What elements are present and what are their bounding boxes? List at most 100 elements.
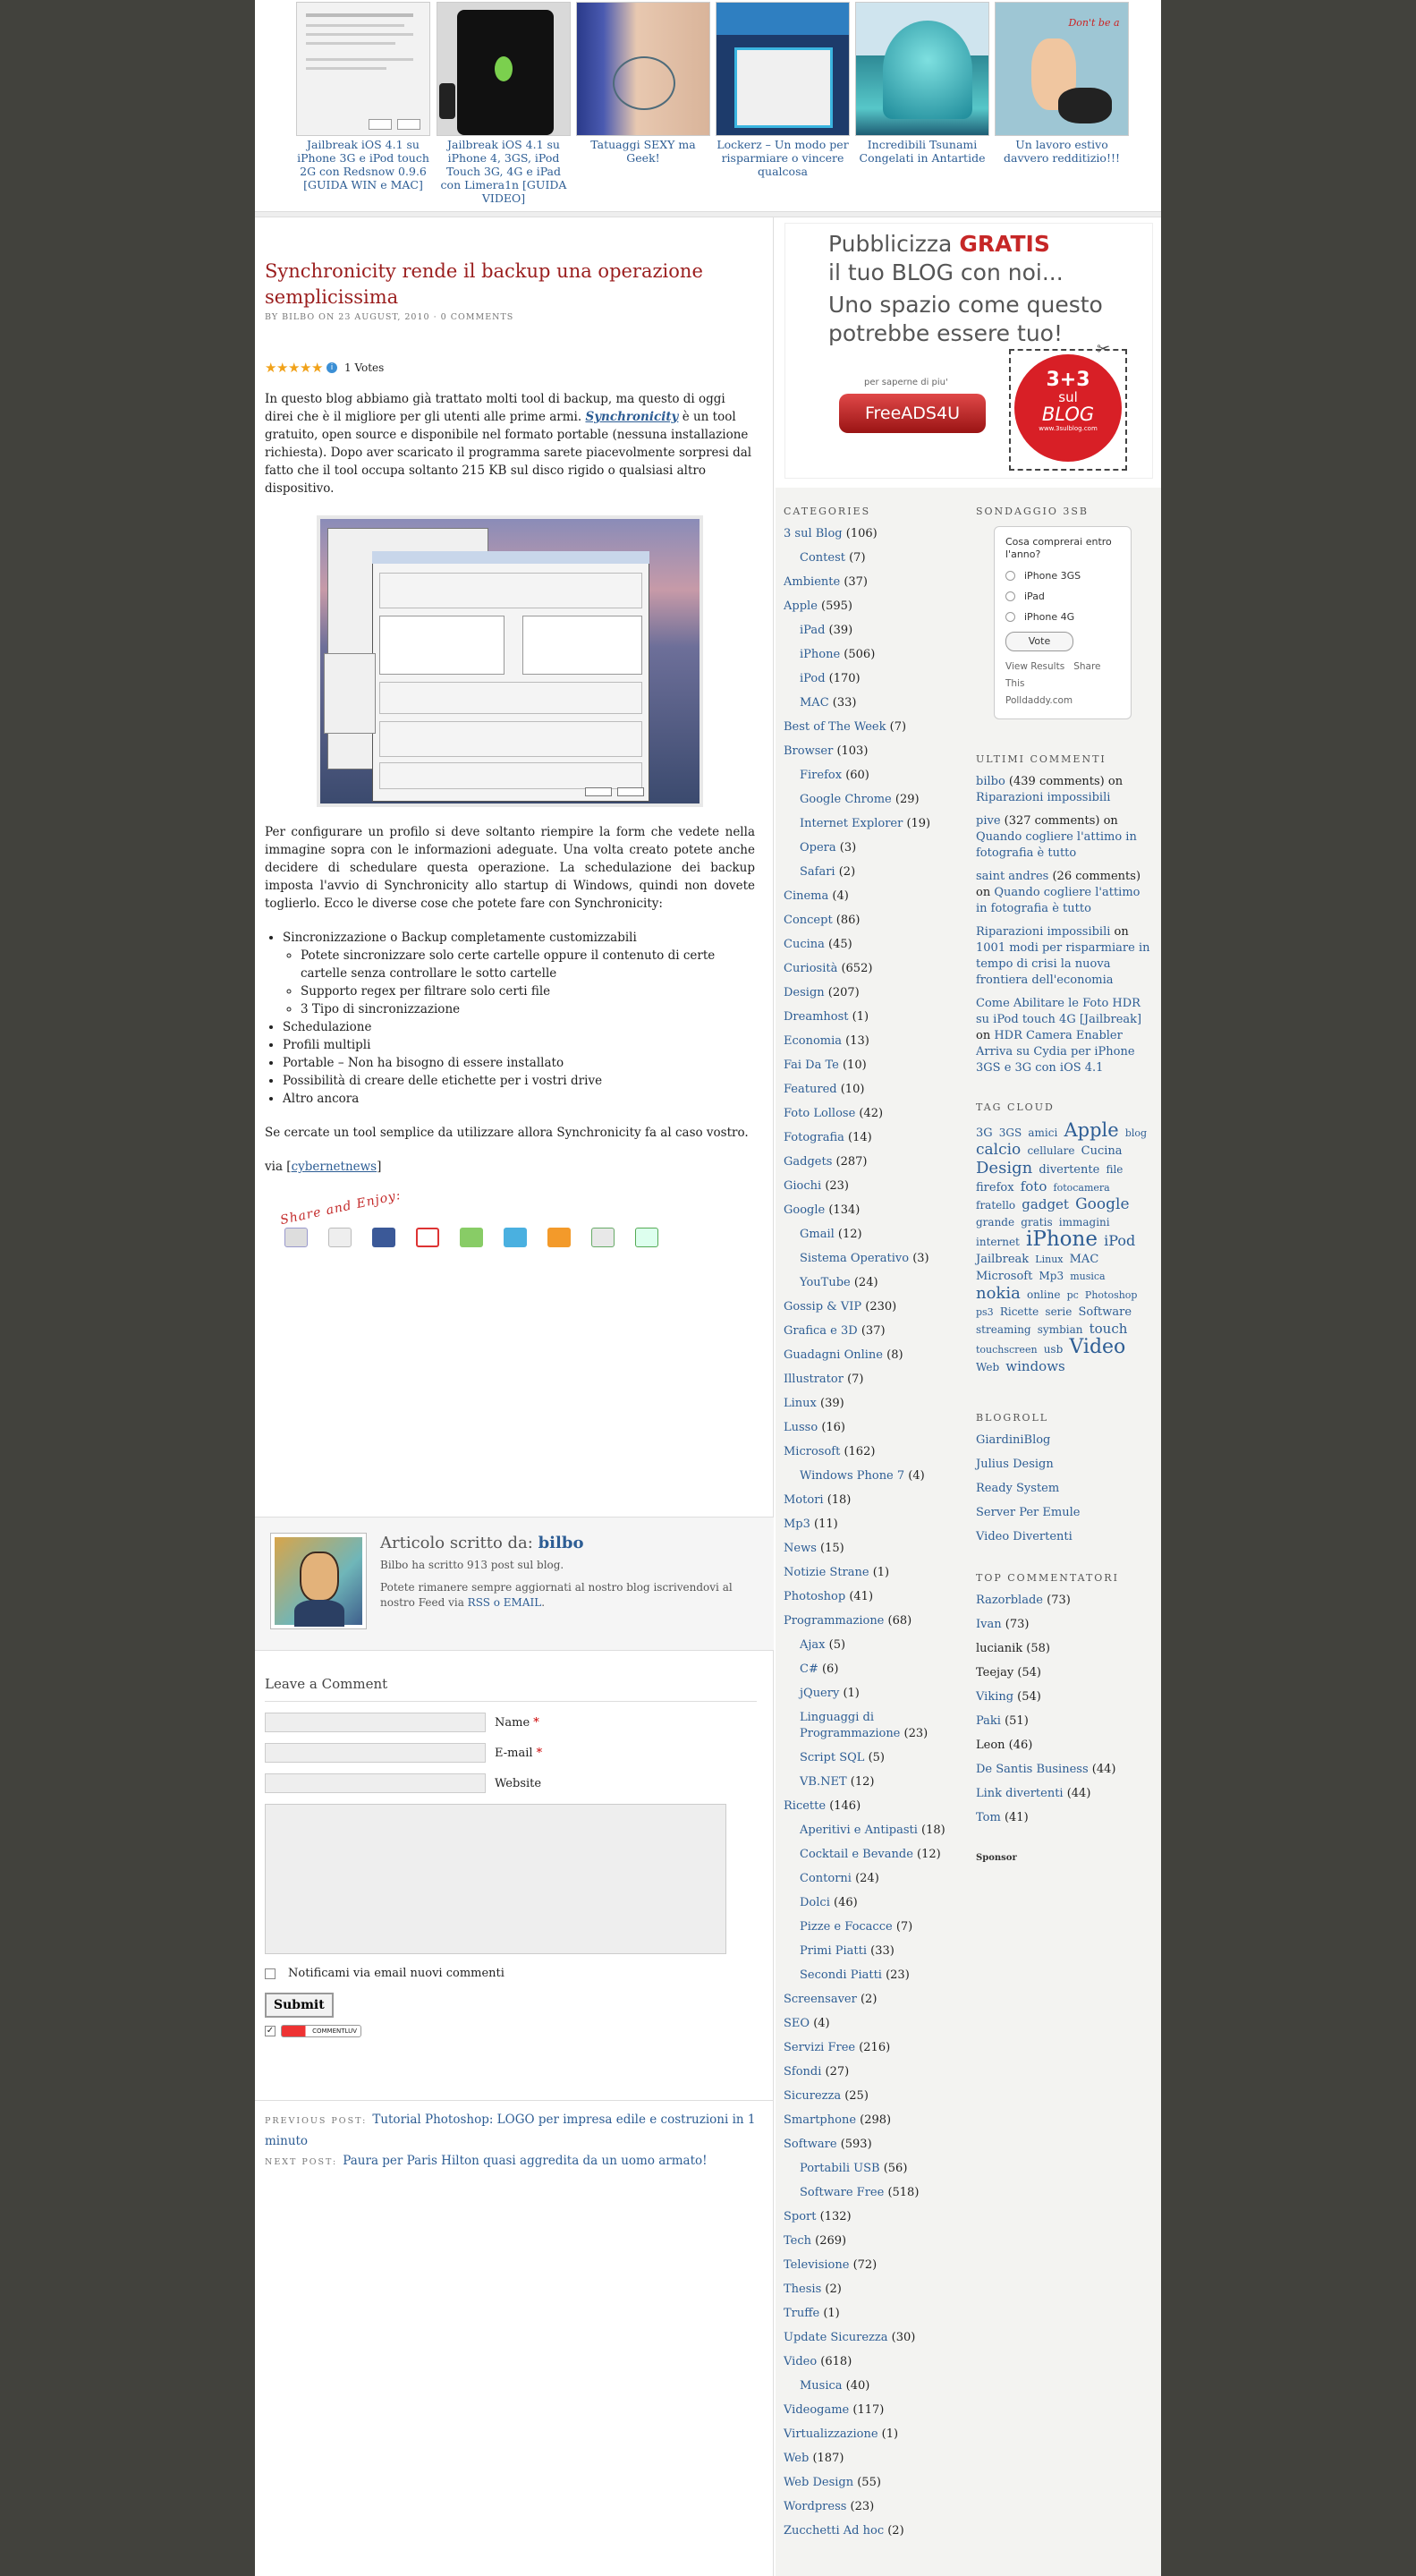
category-link[interactable]: Best of The Week <box>784 720 886 734</box>
category-link[interactable]: Safari <box>800 865 835 879</box>
ad-banner[interactable]: Pubblicizza GRATIS il tuo BLOG con noi..… <box>784 223 1153 479</box>
website-field[interactable] <box>265 1773 486 1793</box>
category-link[interactable]: Cucina <box>784 938 825 951</box>
category-link[interactable]: Concept <box>784 914 833 927</box>
poll-option[interactable]: iPhone 3GS <box>1005 570 1120 582</box>
comment-author-link[interactable]: Riparazioni impossibili <box>976 925 1110 939</box>
comment-author-link[interactable]: Come Abilitare le Foto HDR su iPod touch… <box>976 997 1141 1026</box>
category-link[interactable]: C# <box>800 1662 818 1676</box>
category-link[interactable]: Videogame <box>784 2403 849 2417</box>
tag-link[interactable]: Video <box>1069 1336 1125 1358</box>
category-link[interactable]: Thesis <box>784 2283 821 2296</box>
category-link[interactable]: Internet Explorer <box>800 817 903 830</box>
category-link[interactable]: Wordpress <box>784 2500 846 2513</box>
related-title[interactable]: Un lavoro estivo davvero redditizio!!! <box>1004 138 1120 165</box>
commenter-link[interactable]: Viking <box>976 1690 1013 1704</box>
tag-link[interactable]: serie <box>1045 1305 1072 1318</box>
commentluv-checkbox[interactable]: ✓ <box>265 2026 276 2036</box>
gmail-icon[interactable] <box>416 1228 439 1247</box>
tag-link[interactable]: file <box>1106 1163 1123 1176</box>
category-link[interactable]: Ricette <box>784 1799 826 1813</box>
category-link[interactable]: Cinema <box>784 889 828 903</box>
related-post[interactable]: Jailbreak iOS 4.1 su iPhone 3G e iPod to… <box>295 2 431 191</box>
rss-email-link[interactable]: RSS o EMAIL <box>468 1596 542 1609</box>
comment-post-link[interactable]: Riparazioni impossibili <box>976 791 1110 804</box>
submit-button[interactable]: Submit <box>265 1993 334 2018</box>
category-link[interactable]: Programmazione <box>784 1614 884 1628</box>
category-link[interactable]: Grafica e 3D <box>784 1324 858 1338</box>
category-link[interactable]: Lusso <box>784 1421 818 1434</box>
category-link[interactable]: Video <box>784 2355 817 2368</box>
category-link[interactable]: Fai Da Te <box>784 1058 839 1072</box>
category-link[interactable]: Servizi Free <box>784 2041 855 2054</box>
star-icon[interactable]: ★ <box>276 361 288 374</box>
comment-post-link[interactable]: HDR Camera Enabler Arriva su Cydia per i… <box>976 1029 1135 1075</box>
tag-link[interactable]: gadget <box>1022 1196 1069 1212</box>
meta-author-link[interactable]: bilbo <box>282 312 315 322</box>
email-icon[interactable] <box>635 1228 658 1247</box>
related-post[interactable]: Don't be a Un lavoro estivo davvero redd… <box>994 2 1130 165</box>
category-link[interactable]: Contest <box>800 551 845 565</box>
category-link[interactable]: 3 sul Blog <box>784 527 843 540</box>
poll-option[interactable]: iPhone 4G <box>1005 611 1120 623</box>
tag-link[interactable]: firefox <box>976 1181 1014 1194</box>
tag-link[interactable]: Photoshop <box>1085 1289 1138 1301</box>
email-field[interactable] <box>265 1743 486 1763</box>
related-post[interactable]: Jailbreak iOS 4.1 su iPhone 4, 3GS, iPod… <box>436 2 572 205</box>
tag-link[interactable]: 3G <box>976 1126 993 1140</box>
tag-link[interactable]: gratis <box>1021 1216 1052 1228</box>
category-link[interactable]: Fotografia <box>784 1131 844 1144</box>
comment-author-link[interactable]: bilbo <box>976 775 1005 788</box>
category-link[interactable]: Apple <box>784 599 818 613</box>
related-thumb[interactable] <box>855 2 989 136</box>
related-post[interactable]: Tatuaggi SEXY ma Geek! <box>575 2 711 165</box>
star-icon[interactable]: ★ <box>265 361 276 374</box>
related-title[interactable]: Jailbreak iOS 4.1 su iPhone 3G e iPod to… <box>297 138 429 191</box>
commenter-link[interactable]: Razorblade <box>976 1594 1043 1607</box>
synchronicity-link[interactable]: Synchronicity <box>585 410 678 424</box>
category-link[interactable]: Windows Phone 7 <box>800 1469 904 1483</box>
twitter-icon[interactable] <box>504 1228 527 1247</box>
name-field[interactable] <box>265 1713 486 1732</box>
category-link[interactable]: Aperitivi e Antipasti <box>800 1824 918 1837</box>
comment-post-link[interactable]: Quando cogliere l'attimo in fotografia è… <box>976 886 1140 915</box>
tag-link[interactable]: 3GS <box>999 1126 1022 1139</box>
category-link[interactable]: Sfondi <box>784 2065 821 2079</box>
related-title[interactable]: Tatuaggi SEXY ma Geek! <box>590 138 695 165</box>
tag-link[interactable]: Apple <box>1064 1119 1118 1141</box>
related-title[interactable]: Incredibili Tsunami Congelati in Antarti… <box>860 138 986 165</box>
related-thumb[interactable] <box>296 2 430 136</box>
category-link[interactable]: Curiosità <box>784 962 837 975</box>
tag-link[interactable]: iPhone <box>1026 1228 1098 1251</box>
tag-link[interactable]: Mp3 <box>1039 1270 1064 1282</box>
category-link[interactable]: Ambiente <box>784 575 840 589</box>
category-link[interactable]: Economia <box>784 1034 842 1048</box>
tag-link[interactable]: pc <box>1067 1289 1079 1301</box>
category-link[interactable]: SEO <box>784 2017 810 2030</box>
category-link[interactable]: Musica <box>800 2379 843 2393</box>
tag-link[interactable]: Web <box>976 1361 999 1373</box>
related-thumb[interactable] <box>576 2 710 136</box>
category-link[interactable]: Google Chrome <box>800 793 892 806</box>
tag-link[interactable]: streaming <box>976 1323 1031 1336</box>
tag-link[interactable]: ps3 <box>976 1306 994 1318</box>
commenter-link[interactable]: Paki <box>976 1714 1001 1728</box>
tag-link[interactable]: iPod <box>1104 1232 1135 1249</box>
tag-link[interactable]: internet <box>976 1236 1020 1248</box>
category-link[interactable]: Gmail <box>800 1228 835 1241</box>
meta-comments-link[interactable]: 0 Comments <box>441 312 514 322</box>
notify-checkbox[interactable] <box>265 1968 276 1979</box>
category-link[interactable]: Mp3 <box>784 1518 810 1531</box>
tag-link[interactable]: Software <box>1079 1305 1132 1319</box>
category-link[interactable]: Google <box>784 1203 825 1217</box>
category-link[interactable]: Sicurezza <box>784 2089 841 2103</box>
blogroll-link[interactable]: Server Per Emule <box>976 1506 1080 1519</box>
category-link[interactable]: Secondi Piatti <box>800 1968 882 1982</box>
category-link[interactable]: Script SQL <box>800 1751 864 1764</box>
google-icon[interactable] <box>591 1228 615 1247</box>
star-icon[interactable]: ★ <box>311 361 323 374</box>
tag-link[interactable]: windows <box>1005 1358 1064 1374</box>
category-link[interactable]: Web Design <box>784 2476 853 2489</box>
vote-button[interactable]: Vote <box>1005 632 1073 651</box>
tag-link[interactable]: Ricette <box>1000 1305 1039 1318</box>
